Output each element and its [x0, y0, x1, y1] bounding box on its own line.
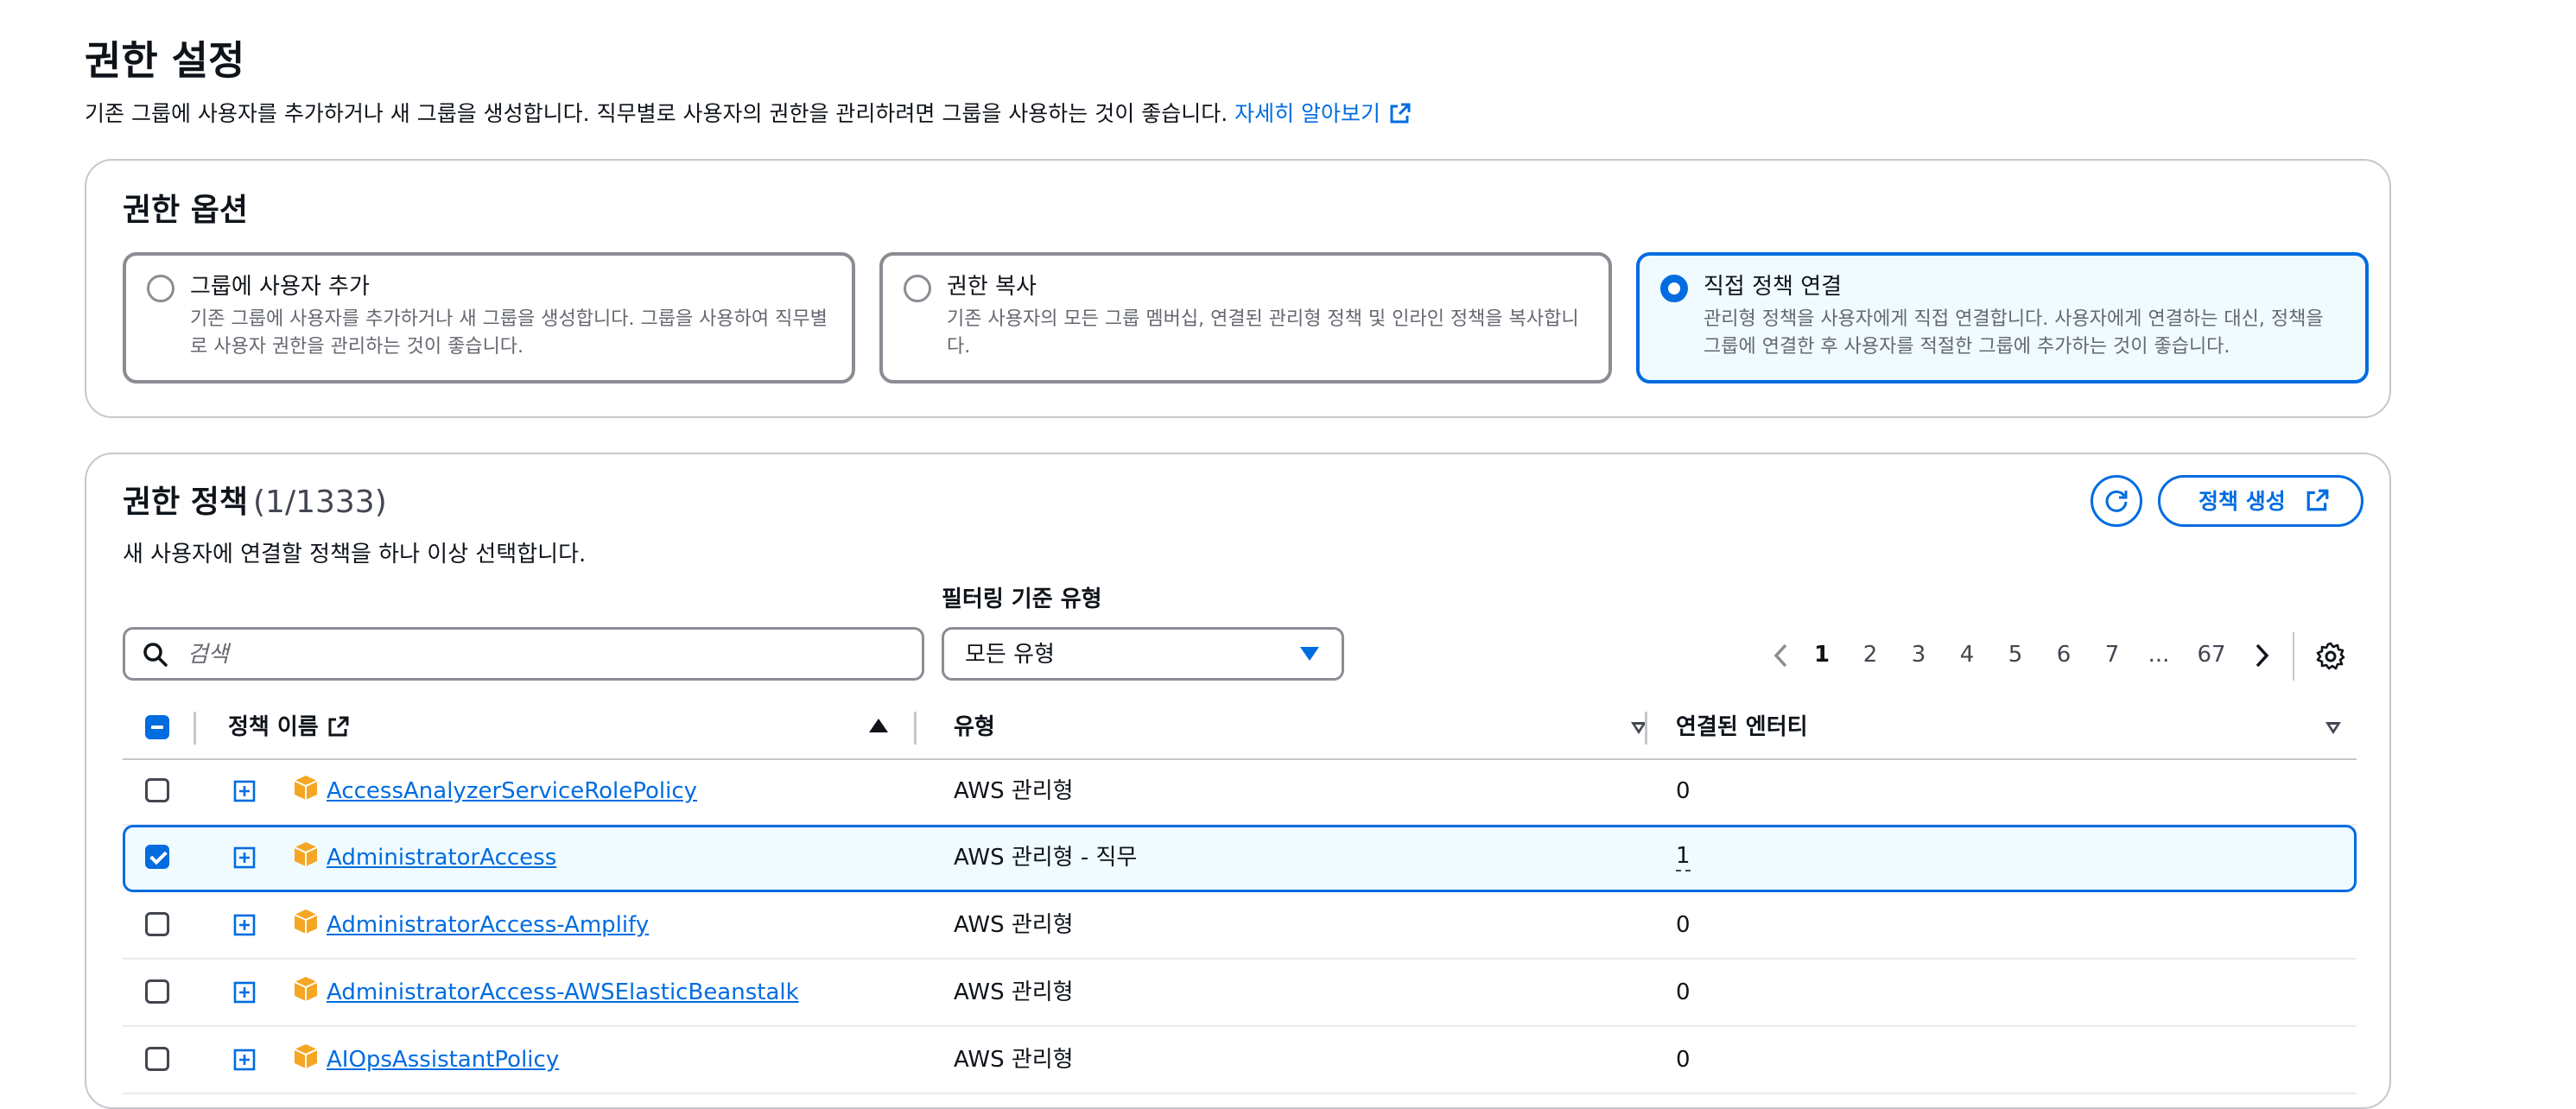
chevron-right-icon[interactable]: [2251, 643, 2272, 669]
column-attached-entities[interactable]: 연결된 엔터티: [1676, 712, 1808, 743]
search-input[interactable]: [186, 637, 898, 673]
page-5[interactable]: 5: [2001, 639, 2030, 670]
filter-type-select[interactable]: 모든 유형: [942, 627, 1344, 681]
radio-add-to-group[interactable]: [147, 275, 174, 302]
expand-plus-icon[interactable]: [233, 1049, 256, 1071]
caret-down-icon: [1300, 647, 1319, 661]
policies-table-body: AccessAnalyzerServiceRolePolicy AWS 관리형 …: [123, 758, 2357, 1094]
option-add-to-group[interactable]: 그룹에 사용자 추가 기존 그룹에 사용자를 추가하거나 새 그룹을 생성합니다…: [123, 252, 855, 383]
page-description-text: 기존 그룹에 사용자를 추가하거나 새 그룹을 생성합니다. 직무별로 사용자의…: [85, 101, 1228, 126]
row-checkbox[interactable]: [145, 912, 169, 936]
table-row[interactable]: AdministratorAccess-Amplify AWS 관리형 0: [123, 892, 2357, 960]
table-row[interactable]: AIOpsAssistantPolicy AWS 관리형 0: [123, 1027, 2357, 1094]
policy-search-field[interactable]: [123, 627, 924, 681]
filter-type-value: 모든 유형: [965, 642, 1055, 668]
refresh-icon: [2105, 490, 2128, 512]
policy-type: AWS 관리형: [954, 912, 1074, 938]
row-checkbox[interactable]: [145, 778, 169, 802]
column-resizer[interactable]: [914, 712, 917, 745]
option-copy-permissions[interactable]: 권한 복사 기존 사용자의 모든 그룹 멤버십, 연결된 관리형 정책 및 인라…: [879, 252, 1612, 383]
policy-type: AWS 관리형: [954, 778, 1074, 804]
column-type[interactable]: 유형: [954, 712, 995, 743]
page-1[interactable]: 1: [1807, 639, 1837, 670]
permission-options-title: 권한 옵션: [123, 193, 249, 228]
attached-entities-link[interactable]: 1: [1676, 842, 1691, 871]
policy-name-link[interactable]: AdministratorAccess: [327, 842, 556, 873]
column-policy-name-label: 정책 이름: [228, 714, 319, 740]
policy-name-link[interactable]: AccessAnalyzerServiceRolePolicy: [327, 776, 697, 807]
option-add-to-group-label: 그룹에 사용자 추가: [190, 274, 370, 300]
permission-options-panel: 권한 옵션 그룹에 사용자 추가 기존 그룹에 사용자를 추가하거나 새 그룹을…: [85, 159, 2391, 418]
permission-policies-header: 권한 정책 (1/1333): [123, 482, 387, 523]
policy-name-link[interactable]: AIOpsAssistantPolicy: [327, 1044, 559, 1075]
permission-policies-title: 권한 정책: [123, 485, 249, 520]
expand-plus-icon[interactable]: [233, 780, 256, 802]
attached-entities: 0: [1676, 912, 1691, 938]
permission-policies-panel: 권한 정책 (1/1333) 새 사용자에 연결할 정책을 하나 이상 선택합니다…: [85, 453, 2391, 1109]
policy-name-link[interactable]: AdministratorAccess-Amplify: [327, 909, 649, 941]
page-2[interactable]: 2: [1856, 639, 1885, 670]
option-add-to-group-desc: 기존 그룹에 사용자를 추가하거나 새 그룹을 생성합니다. 그룹을 사용하여 …: [190, 308, 828, 358]
expand-plus-icon[interactable]: [233, 914, 256, 936]
option-copy-permissions-desc: 기존 사용자의 모든 그룹 멤버십, 연결된 관리형 정책 및 인라인 정책을 …: [947, 308, 1579, 358]
aws-package-icon: [294, 842, 318, 866]
attached-entities: 0: [1676, 1047, 1691, 1073]
column-resizer[interactable]: [1645, 712, 1647, 745]
option-attach-policies-desc: 관리형 정책을 사용자에게 직접 연결합니다. 사용자에게 연결하는 대신, 정…: [1704, 308, 2324, 358]
learn-more-link[interactable]: 자세히 알아보기: [1234, 101, 1412, 126]
sort-ascending-icon[interactable]: [869, 719, 888, 732]
page-description: 기존 그룹에 사용자를 추가하거나 새 그룹을 생성합니다. 직무별로 사용자의…: [85, 98, 1412, 130]
external-link-icon: [1390, 103, 1411, 124]
filter-type-label: 필터링 기준 유형: [942, 586, 1102, 612]
aws-package-icon: [294, 909, 318, 934]
option-attach-policies-directly[interactable]: 직접 정책 연결 관리형 정책을 사용자에게 직접 연결합니다. 사용자에게 연…: [1636, 252, 2369, 383]
option-copy-permissions-label: 권한 복사: [947, 274, 1037, 300]
select-all-checkbox[interactable]: [145, 715, 169, 739]
aws-package-icon: [294, 1044, 318, 1068]
sort-descending-icon[interactable]: [2325, 722, 2341, 734]
permission-policies-description: 새 사용자에 연결할 정책을 하나 이상 선택합니다.: [123, 542, 587, 567]
expand-plus-icon[interactable]: [233, 981, 256, 1004]
policy-type: AWS 관리형 - 직무: [954, 845, 1138, 871]
attached-entities: 0: [1676, 979, 1691, 1005]
policy-type: AWS 관리형: [954, 1047, 1074, 1073]
row-checkbox[interactable]: [145, 979, 169, 1004]
row-checkbox[interactable]: [145, 845, 169, 869]
create-policy-button[interactable]: 정책 생성: [2158, 475, 2363, 527]
column-separator: [194, 712, 196, 745]
radio-attach-policies-directly[interactable]: [1660, 275, 1688, 302]
page-ellipsis: ...: [2148, 642, 2170, 668]
radio-copy-permissions[interactable]: [904, 275, 931, 302]
learn-more-label: 자세히 알아보기: [1234, 101, 1381, 126]
search-icon: [143, 643, 168, 667]
policy-type: AWS 관리형: [954, 979, 1074, 1005]
refresh-button[interactable]: [2091, 475, 2142, 527]
page-4[interactable]: 4: [1952, 639, 1982, 670]
page-7[interactable]: 7: [2097, 639, 2127, 670]
external-link-icon: [328, 716, 349, 737]
table-row[interactable]: AccessAnalyzerServiceRolePolicy AWS 관리형 …: [123, 758, 2357, 826]
external-link-icon: [2306, 489, 2329, 511]
table-row[interactable]: AdministratorAccess AWS 관리형 - 직무 1: [123, 825, 2357, 892]
policy-name-link[interactable]: AdministratorAccess-AWSElasticBeanstalk: [327, 977, 799, 1008]
selected-count: (1/1333): [253, 485, 387, 520]
row-checkbox[interactable]: [145, 1047, 169, 1071]
policies-table-header: 정책 이름 유형 연결된 엔터티: [123, 696, 2357, 760]
page-6[interactable]: 6: [2049, 639, 2078, 670]
page-67[interactable]: 67: [2192, 639, 2230, 670]
option-attach-policies-label: 직접 정책 연결: [1704, 274, 1843, 300]
table-row[interactable]: AdministratorAccess-AWSElasticBeanstalk …: [123, 960, 2357, 1027]
settings-gear-icon[interactable]: [2315, 641, 2346, 672]
chevron-left-icon[interactable]: [1771, 643, 1792, 669]
aws-package-icon: [294, 977, 318, 1001]
page-title: 권한 설정: [85, 37, 245, 84]
expand-plus-icon[interactable]: [233, 846, 256, 869]
column-policy-name[interactable]: 정책 이름: [228, 712, 350, 743]
page-3[interactable]: 3: [1904, 639, 1933, 670]
create-policy-label: 정책 생성: [2198, 489, 2286, 514]
pagination-divider: [2293, 632, 2294, 681]
attached-entities: 0: [1676, 778, 1691, 804]
aws-package-icon: [294, 776, 318, 800]
